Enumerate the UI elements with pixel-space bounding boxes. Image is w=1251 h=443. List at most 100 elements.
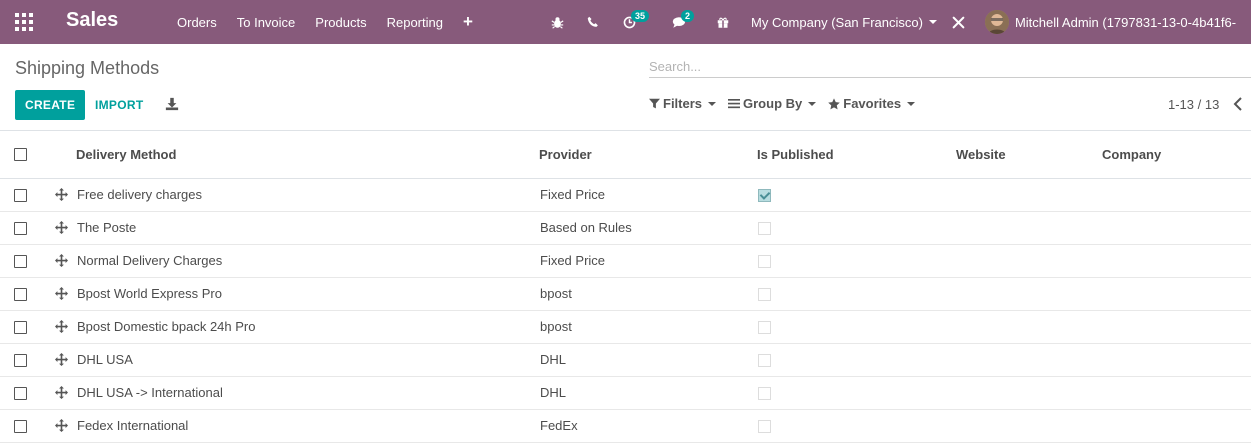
drag-handle-icon[interactable] [55, 386, 68, 399]
row-checkbox[interactable] [14, 288, 27, 301]
menu-reporting[interactable]: Reporting [377, 15, 453, 30]
drag-handle-icon[interactable] [55, 188, 68, 201]
table-body: Free delivery charges Fixed Price The Post… [0, 179, 1251, 443]
import-button[interactable]: IMPORT [95, 90, 143, 120]
menu-to-invoice[interactable]: To Invoice [227, 15, 306, 30]
filters-dropdown[interactable]: Filters [649, 96, 717, 111]
header-website[interactable]: Website [956, 147, 1006, 162]
menu-orders[interactable]: Orders [167, 15, 227, 30]
row-checkbox[interactable] [14, 189, 27, 202]
row-checkbox[interactable] [14, 255, 27, 268]
cell-delivery-method: Free delivery charges [77, 187, 202, 202]
groupby-label: Group By [743, 96, 803, 111]
bug-icon[interactable] [549, 0, 565, 44]
list-view-table: Delivery Method Provider Is Published We… [0, 130, 1251, 443]
drag-handle-icon[interactable] [55, 353, 68, 366]
user-menu[interactable]: Mitchell Admin (1797831-13-0-4b41f6- [984, 0, 1237, 44]
cell-provider: DHL [540, 385, 567, 400]
table-row[interactable]: The Poste Based on Rules [0, 212, 1251, 245]
is-published-checkbox[interactable] [758, 354, 771, 367]
phone-icon[interactable] [585, 0, 601, 44]
cell-delivery-method: DHL USA [77, 352, 133, 367]
is-published-checkbox[interactable] [758, 321, 771, 334]
messages-badge: 2 [681, 10, 695, 22]
table-header: Delivery Method Provider Is Published We… [0, 131, 1251, 179]
cell-provider: Fixed Price [540, 253, 606, 268]
cell-delivery-method: DHL USA -> International [77, 385, 223, 400]
table-row[interactable]: Bpost World Express Pro bpost [0, 278, 1251, 311]
main-menu: Orders To Invoice Products Reporting + [167, 0, 483, 44]
drag-handle-icon[interactable] [55, 287, 68, 300]
favorites-dropdown[interactable]: Favorites [828, 96, 916, 111]
cell-delivery-method: Normal Delivery Charges [77, 253, 223, 268]
chevron-left-icon[interactable] [1233, 97, 1243, 111]
company-switcher[interactable]: My Company (San Francisco) [751, 0, 937, 44]
pager-value[interactable]: 1-13 / 13 [1168, 97, 1219, 112]
top-navbar: Sales Orders To Invoice Products Reporti… [0, 0, 1251, 44]
star-icon [828, 97, 841, 109]
chevron-down-icon [808, 101, 817, 106]
cell-delivery-method: Bpost World Express Pro [77, 286, 222, 301]
table-row[interactable]: Free delivery charges Fixed Price [0, 179, 1251, 212]
menu-plus-icon[interactable]: + [453, 12, 483, 32]
is-published-checkbox[interactable] [758, 288, 771, 301]
drag-handle-icon[interactable] [55, 320, 68, 333]
is-published-checkbox[interactable] [758, 222, 771, 235]
is-published-checkbox[interactable] [758, 387, 771, 400]
drag-handle-icon[interactable] [55, 221, 68, 234]
cell-delivery-method: Fedex International [77, 418, 189, 433]
gift-icon[interactable] [715, 0, 731, 44]
row-checkbox[interactable] [14, 321, 27, 334]
cell-provider: Based on Rules [540, 220, 632, 235]
cell-provider: bpost [540, 286, 572, 301]
cell-provider: bpost [540, 319, 572, 334]
user-name: Mitchell Admin (1797831-13-0-4b41f6- [1014, 14, 1237, 30]
cell-provider: DHL [540, 352, 567, 367]
header-is-published[interactable]: Is Published [757, 147, 834, 162]
apps-menu-icon[interactable] [15, 13, 33, 31]
cell-provider: Fixed Price [540, 187, 606, 202]
search-input[interactable] [649, 55, 1251, 78]
row-checkbox[interactable] [14, 354, 27, 367]
is-published-checkbox[interactable] [758, 255, 771, 268]
tools-icon[interactable] [951, 0, 967, 44]
table-row[interactable]: DHL USA -> International DHL [0, 377, 1251, 410]
app-brand[interactable]: Sales [66, 9, 118, 32]
chevron-down-icon [907, 101, 916, 106]
is-published-checkbox[interactable] [758, 420, 771, 433]
activity-badge: 35 [631, 10, 650, 22]
menu-products[interactable]: Products [305, 15, 376, 30]
select-all-checkbox[interactable] [14, 148, 27, 161]
list-icon [728, 99, 741, 109]
cell-delivery-method: Bpost Domestic bpack 24h Pro [77, 319, 256, 334]
create-button[interactable]: CREATE [15, 90, 86, 120]
activity-clock-icon[interactable]: 35 [621, 0, 650, 44]
cell-provider: FedEx [540, 418, 578, 433]
groupby-dropdown[interactable]: Group By [728, 96, 817, 111]
search-options: Filters Group By Favorites [649, 96, 927, 111]
header-company[interactable]: Company [1102, 147, 1161, 162]
download-icon[interactable] [165, 97, 179, 111]
filter-icon [649, 98, 660, 109]
systray: 35 2 My Company (San Francisco) Mitchell… [549, 0, 1236, 44]
table-row[interactable]: Fedex International FedEx [0, 410, 1251, 443]
table-row[interactable]: Bpost Domestic bpack 24h Pro bpost [0, 311, 1251, 344]
favorites-label: Favorites [843, 96, 902, 111]
company-name: My Company (San Francisco) [751, 14, 923, 30]
messages-icon[interactable]: 2 [671, 0, 695, 44]
drag-handle-icon[interactable] [55, 254, 68, 267]
header-delivery-method[interactable]: Delivery Method [76, 147, 176, 162]
row-checkbox[interactable] [14, 387, 27, 400]
row-checkbox[interactable] [14, 222, 27, 235]
is-published-checkbox[interactable] [758, 189, 771, 202]
cell-delivery-method: The Poste [77, 220, 137, 235]
header-provider[interactable]: Provider [539, 147, 592, 162]
chevron-down-icon [928, 20, 937, 24]
avatar [984, 10, 1009, 34]
table-row[interactable]: DHL USA DHL [0, 344, 1251, 377]
row-checkbox[interactable] [14, 420, 27, 433]
chevron-down-icon [708, 101, 717, 106]
table-row[interactable]: Normal Delivery Charges Fixed Price [0, 245, 1251, 278]
drag-handle-icon[interactable] [55, 419, 68, 432]
page-title: Shipping Methods [15, 58, 160, 78]
